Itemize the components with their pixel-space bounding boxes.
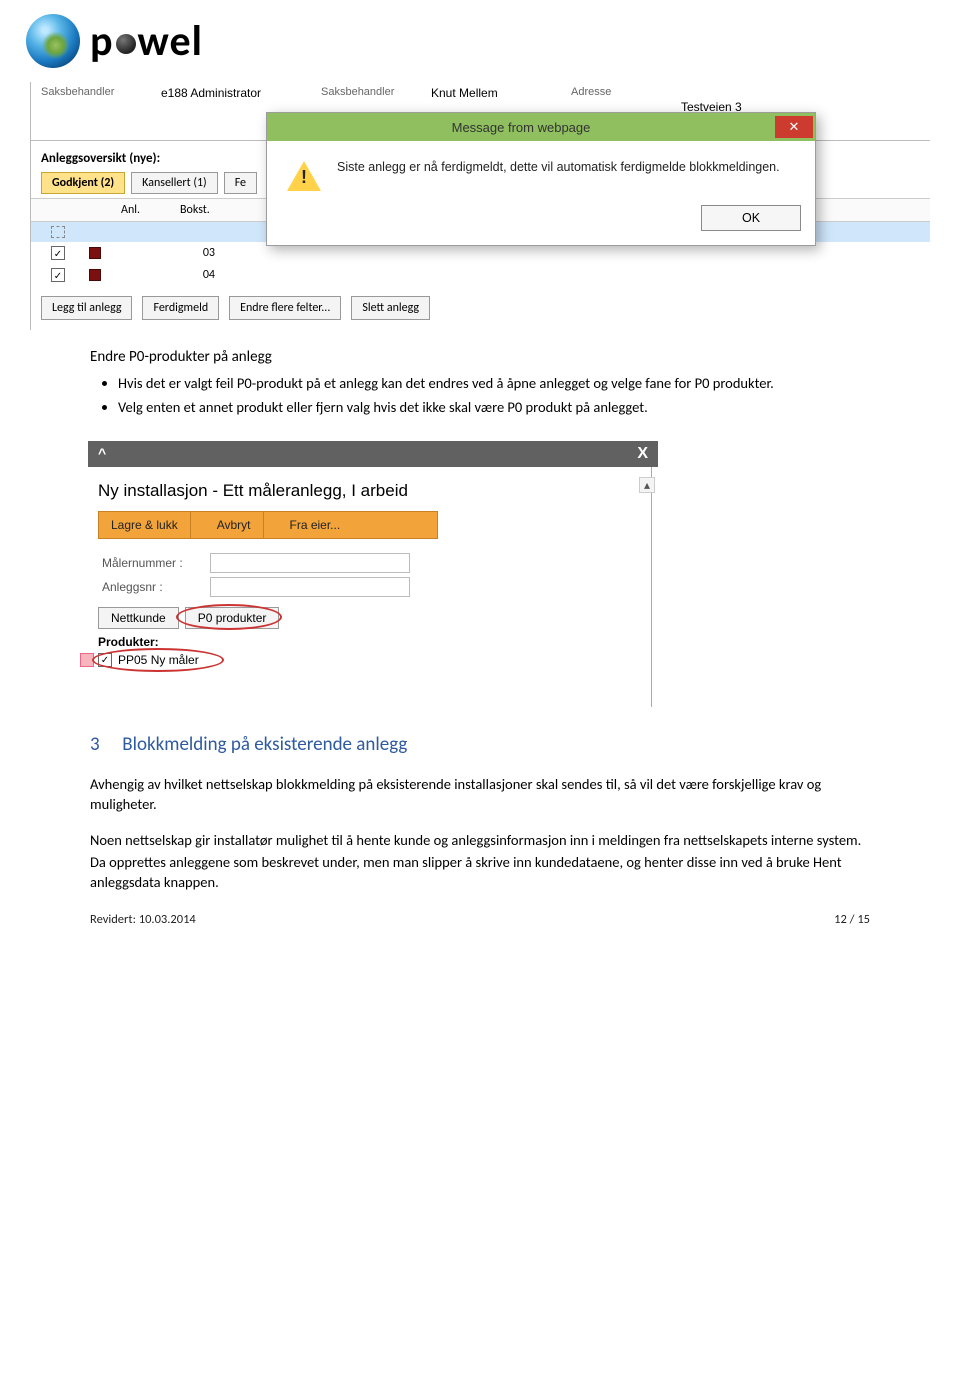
section-number: 3	[90, 733, 118, 756]
tabs-row: Nettkunde P0 produkter	[98, 607, 641, 629]
dialog-titlebar: Message from webpage ✕	[267, 113, 815, 141]
page-number: 12 / 15	[834, 912, 870, 927]
section-title: Blokkmelding på eksisterende anlegg	[122, 733, 407, 756]
ok-button[interactable]: OK	[701, 205, 801, 231]
tab-nettkunde[interactable]: Nettkunde	[98, 607, 179, 629]
paragraph: Noen nettselskap gir installatør mulighe…	[90, 830, 870, 850]
col-anl: Anl.	[121, 203, 140, 217]
info-label: Adresse	[571, 86, 661, 98]
cell-anl: 03	[125, 246, 215, 260]
row-marker-icon	[51, 226, 65, 238]
button-bar: Legg til anlegg Ferdigmeld Endre flere f…	[31, 286, 930, 330]
dialog-message: Siste anlegg er nå ferdigmeldt, dette vi…	[337, 159, 780, 176]
tab-godkjent[interactable]: Godkjent (2)	[41, 172, 125, 194]
revision-date: Revidert: 10.03.2014	[90, 912, 196, 927]
cell-anl: 04	[125, 268, 215, 282]
screenshot-ny-installasjon: ^ X ▴ Ny installasjon - Ett måleranlegg,…	[88, 441, 658, 707]
dialog-title: Message from webpage	[267, 120, 775, 135]
produkter-label: Produkter:	[98, 635, 641, 649]
product-name: PP05 Ny måler	[118, 653, 199, 667]
paragraph: Avhengig av hvilket nettselskap blokkmel…	[90, 774, 870, 814]
form: Målernummer : Anleggsnr :	[102, 553, 637, 597]
tab-kansellert[interactable]: Kansellert (1)	[131, 172, 218, 194]
logo-globe-icon	[26, 14, 80, 68]
bullet-item: Velg enten et annet produkt eller fjern …	[118, 398, 870, 418]
logo-wel: wel	[138, 16, 203, 67]
footer: Revidert: 10.03.2014 12 / 15	[0, 902, 960, 947]
checkbox-icon[interactable]: ✓	[51, 246, 65, 260]
add-anlegg-button[interactable]: Legg til anlegg	[41, 296, 132, 320]
checkbox-icon[interactable]: ✓	[51, 268, 65, 282]
from-owner-button[interactable]: Fra eier...	[278, 512, 353, 538]
modal-titlebar: ^ X	[88, 441, 658, 467]
info-value: Knut Mellem	[431, 86, 498, 100]
close-icon[interactable]: ✕	[775, 116, 813, 138]
modal-title: Ny installasjon - Ett måleranlegg, I arb…	[98, 481, 641, 501]
col-bokst: Bokst.	[180, 203, 210, 217]
cancel-button[interactable]: Avbryt	[205, 512, 264, 538]
logo-dot-icon	[116, 34, 136, 54]
caret-icon: ^	[98, 445, 106, 463]
tab-p0-label: P0 produkter	[198, 611, 267, 625]
bullet-list: Hvis det er valgt feil P0-produkt på et …	[90, 374, 870, 417]
input-anleggsnr[interactable]	[210, 577, 410, 597]
info-value: e188 Administrator	[161, 86, 261, 100]
modal-body: ▴ Ny installasjon - Ett måleranlegg, I a…	[88, 467, 652, 707]
label-malernummer: Målernummer :	[102, 556, 202, 570]
delete-anlegg-button[interactable]: Slett anlegg	[351, 296, 430, 320]
scroll-up-icon[interactable]: ▴	[639, 477, 655, 493]
status-icon	[89, 269, 101, 281]
logo: pwel	[0, 0, 960, 76]
warning-icon: !	[287, 161, 321, 191]
section-3: 3 Blokkmelding på eksisterende anlegg Av…	[0, 707, 960, 902]
screenshot-anlegg-overview: Saksbehandler e188 Administrator Saksbeh…	[30, 82, 930, 330]
message-dialog: Message from webpage ✕ ! Siste anlegg er…	[266, 112, 816, 246]
close-icon[interactable]: X	[637, 445, 648, 463]
table-row[interactable]: ✓ 04	[31, 264, 930, 286]
input-malernummer[interactable]	[210, 553, 410, 573]
tab-fe[interactable]: Fe	[224, 172, 257, 194]
doc-block-1: Endre P0-produkter på anlegg Hvis det er…	[0, 330, 960, 435]
action-bar: Lagre & lukk Avbryt Fra eier...	[98, 511, 438, 539]
info-label: Saksbehandler	[41, 86, 141, 98]
save-close-button[interactable]: Lagre & lukk	[99, 512, 191, 538]
ferdigmeld-button[interactable]: Ferdigmeld	[142, 296, 219, 320]
left-indicator-icon	[80, 653, 94, 667]
heading-endre-p0: Endre P0-produkter på anlegg	[90, 348, 870, 366]
edit-fields-button[interactable]: Endre flere felter...	[229, 296, 341, 320]
status-icon	[89, 247, 101, 259]
tab-p0-produkter[interactable]: P0 produkter	[185, 607, 280, 629]
logo-p: p	[90, 16, 114, 67]
section-heading: 3 Blokkmelding på eksisterende anlegg	[90, 733, 870, 756]
checkbox-icon[interactable]: ✓	[98, 653, 112, 667]
info-label: Saksbehandler	[321, 86, 411, 98]
product-row[interactable]: ✓ PP05 Ny måler	[98, 653, 228, 667]
logo-text: pwel	[90, 16, 203, 67]
bullet-item: Hvis det er valgt feil P0-produkt på et …	[118, 374, 870, 394]
paragraph: Da opprettes anleggene som beskrevet und…	[90, 852, 870, 892]
label-anleggsnr: Anleggsnr :	[102, 580, 202, 594]
